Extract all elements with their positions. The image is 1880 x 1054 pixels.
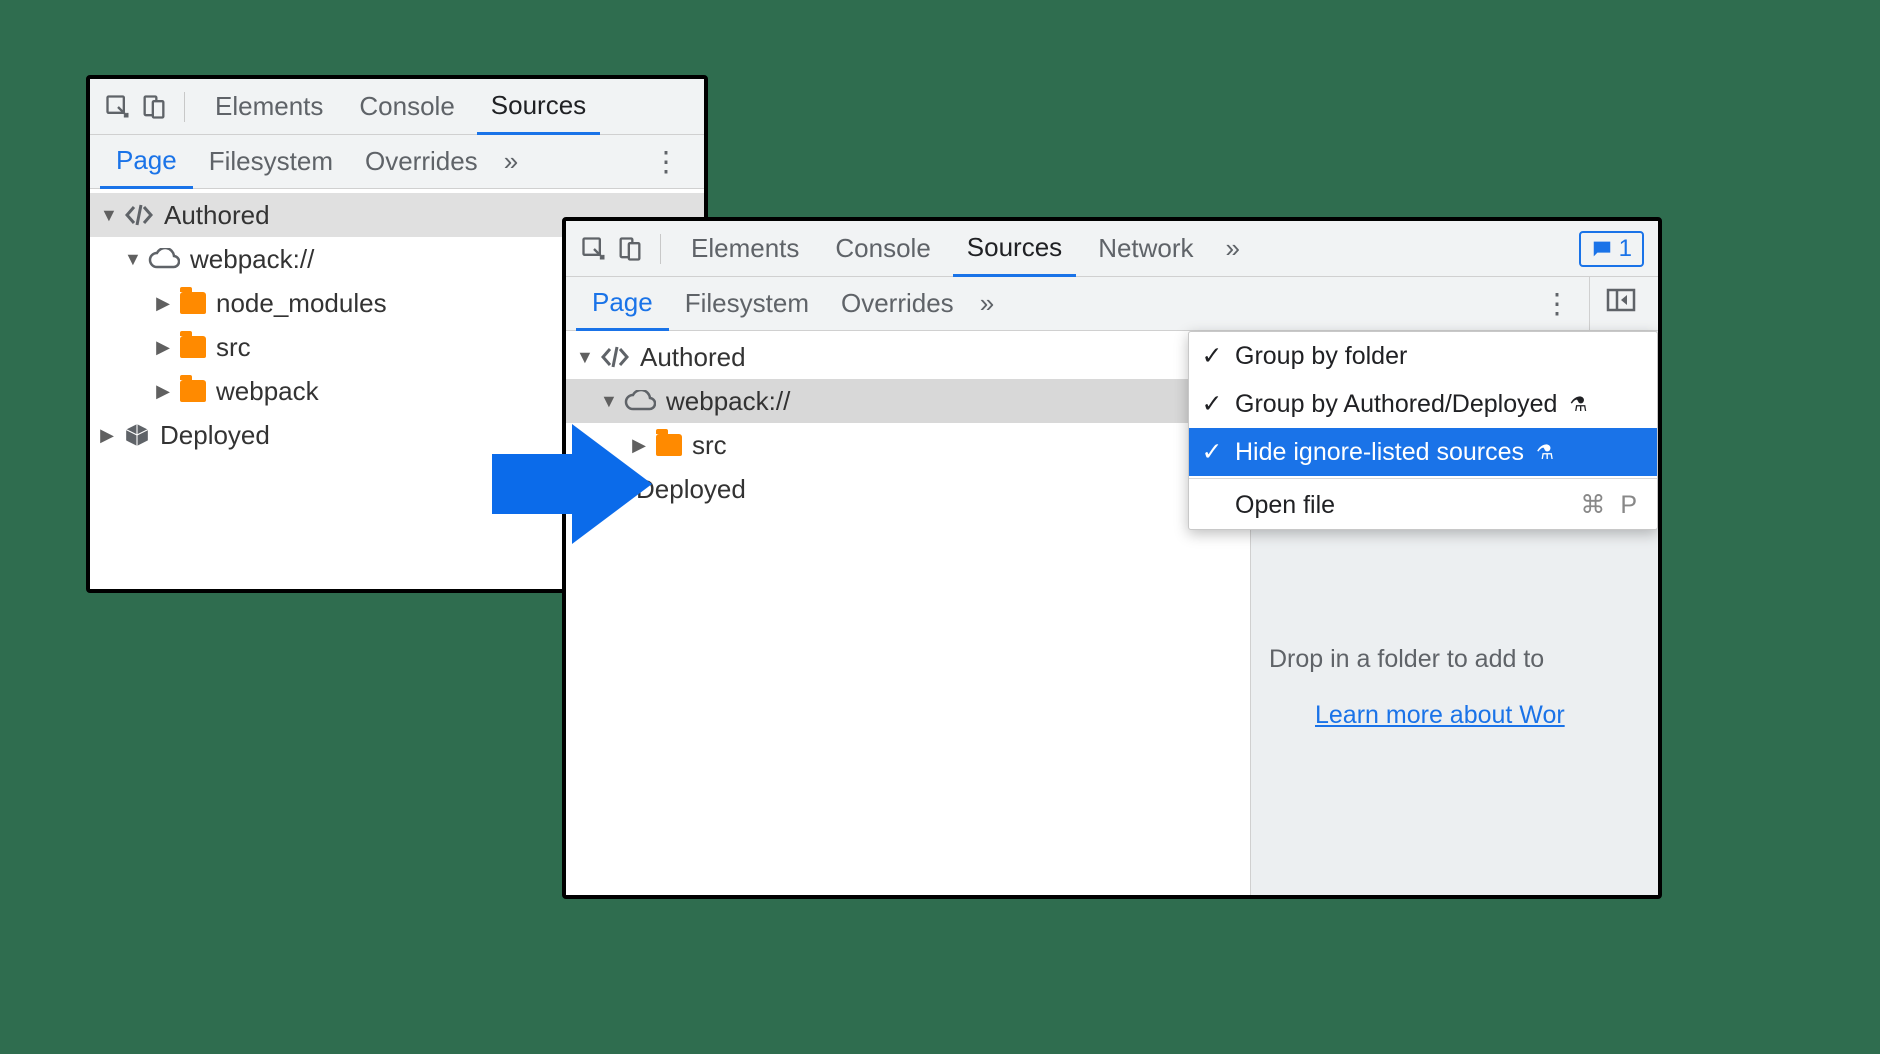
device-toggle-icon[interactable] xyxy=(140,93,168,121)
tree-label: node_modules xyxy=(216,288,387,319)
menu-shortcut: ⌘ P xyxy=(1580,490,1641,520)
main-toolbar: Elements Console Sources Network » 1 xyxy=(566,221,1658,277)
tree-label: Authored xyxy=(164,200,270,231)
tree-label: Deployed xyxy=(160,420,270,451)
experiment-icon: ⚗ xyxy=(1536,440,1554,465)
menu-label: Group by folder xyxy=(1235,342,1407,371)
learn-more-link[interactable]: Learn more about Wor xyxy=(1315,701,1565,729)
devtools-panel-after: Elements Console Sources Network » 1 Pag… xyxy=(562,217,1662,899)
menu-label: Hide ignore-listed sources xyxy=(1235,438,1524,467)
subtab-overrides[interactable]: Overrides xyxy=(825,277,970,331)
issues-badge[interactable]: 1 xyxy=(1579,231,1644,267)
tab-network[interactable]: Network xyxy=(1084,221,1207,277)
inspect-icon[interactable] xyxy=(104,93,132,121)
folder-icon xyxy=(656,434,682,456)
sources-subbar: Page Filesystem Overrides » ⋮ xyxy=(566,277,1658,331)
kebab-menu-icon[interactable]: ⋮ xyxy=(638,145,694,178)
expand-icon[interactable] xyxy=(576,347,590,368)
toolbar-divider xyxy=(184,92,185,122)
tab-console[interactable]: Console xyxy=(345,79,468,135)
menu-separator xyxy=(1189,478,1657,479)
tree-label: webpack:// xyxy=(666,386,790,417)
tab-sources[interactable]: Sources xyxy=(477,79,600,135)
experiment-icon: ⚗ xyxy=(1569,392,1587,417)
check-icon: ✓ xyxy=(1201,389,1223,419)
inspect-icon[interactable] xyxy=(580,235,608,263)
menu-open-file[interactable]: Open file ⌘ P xyxy=(1189,481,1657,529)
drop-folder-text: Drop in a folder to add to xyxy=(1269,645,1544,674)
expand-icon[interactable] xyxy=(600,391,614,412)
tree-label: Authored xyxy=(640,342,746,373)
tab-elements[interactable]: Elements xyxy=(677,221,813,277)
subbar-divider xyxy=(1589,277,1590,331)
tab-elements[interactable]: Elements xyxy=(201,79,337,135)
file-tree: Authored webpack:// src Deployed xyxy=(566,331,1250,895)
more-tabs-icon[interactable]: » xyxy=(1216,233,1250,264)
tree-label: src xyxy=(692,430,727,461)
menu-group-by-authored-deployed[interactable]: ✓ Group by Authored/Deployed ⚗ xyxy=(1189,380,1657,428)
tree-authored[interactable]: Authored xyxy=(566,335,1250,379)
subtab-filesystem[interactable]: Filesystem xyxy=(193,135,349,189)
menu-group-by-folder[interactable]: ✓ Group by folder xyxy=(1189,332,1657,380)
folder-icon xyxy=(180,380,206,402)
subtab-page[interactable]: Page xyxy=(100,135,193,189)
tree-label: webpack:// xyxy=(190,244,314,275)
folder-icon xyxy=(180,336,206,358)
tree-label: Deployed xyxy=(636,474,746,505)
transition-arrow xyxy=(492,424,652,549)
expand-icon[interactable] xyxy=(156,293,170,314)
device-toggle-icon[interactable] xyxy=(616,235,644,263)
subtab-filesystem[interactable]: Filesystem xyxy=(669,277,825,331)
cloud-icon xyxy=(624,390,656,412)
subtab-page[interactable]: Page xyxy=(576,277,669,331)
expand-icon[interactable] xyxy=(124,249,138,270)
toggle-navigator-icon[interactable] xyxy=(1594,288,1648,319)
code-icon xyxy=(124,204,154,226)
tree-deployed[interactable]: Deployed xyxy=(566,467,1250,511)
tab-console[interactable]: Console xyxy=(821,221,944,277)
sources-options-menu: ✓ Group by folder ✓ Group by Authored/De… xyxy=(1188,331,1658,530)
menu-label: Open file xyxy=(1235,491,1335,520)
main-toolbar: Elements Console Sources xyxy=(90,79,704,135)
folder-icon xyxy=(180,292,206,314)
menu-label: Group by Authored/Deployed xyxy=(1235,390,1557,419)
expand-icon[interactable] xyxy=(100,205,114,226)
issues-count: 1 xyxy=(1619,235,1632,263)
check-icon: ✓ xyxy=(1201,341,1223,371)
sources-subbar: Page Filesystem Overrides » ⋮ xyxy=(90,135,704,189)
deployed-icon xyxy=(124,422,150,448)
check-icon: ✓ xyxy=(1201,437,1223,467)
code-icon xyxy=(600,346,630,368)
tree-label: webpack xyxy=(216,376,319,407)
subtab-overrides[interactable]: Overrides xyxy=(349,135,494,189)
expand-icon[interactable] xyxy=(100,425,114,446)
more-subtabs-icon[interactable]: » xyxy=(970,288,1004,319)
kebab-menu-icon[interactable]: ⋮ xyxy=(1529,287,1585,320)
tree-webpack[interactable]: webpack:// xyxy=(562,379,1250,423)
tab-sources[interactable]: Sources xyxy=(953,221,1076,277)
expand-icon[interactable] xyxy=(156,381,170,402)
tree-label: src xyxy=(216,332,251,363)
tree-folder-src[interactable]: src xyxy=(566,423,1250,467)
cloud-icon xyxy=(148,248,180,270)
menu-hide-ignore-listed[interactable]: ✓ Hide ignore-listed sources ⚗ xyxy=(1189,428,1657,476)
more-subtabs-icon[interactable]: » xyxy=(494,146,528,177)
toolbar-divider xyxy=(660,234,661,264)
expand-icon[interactable] xyxy=(156,337,170,358)
